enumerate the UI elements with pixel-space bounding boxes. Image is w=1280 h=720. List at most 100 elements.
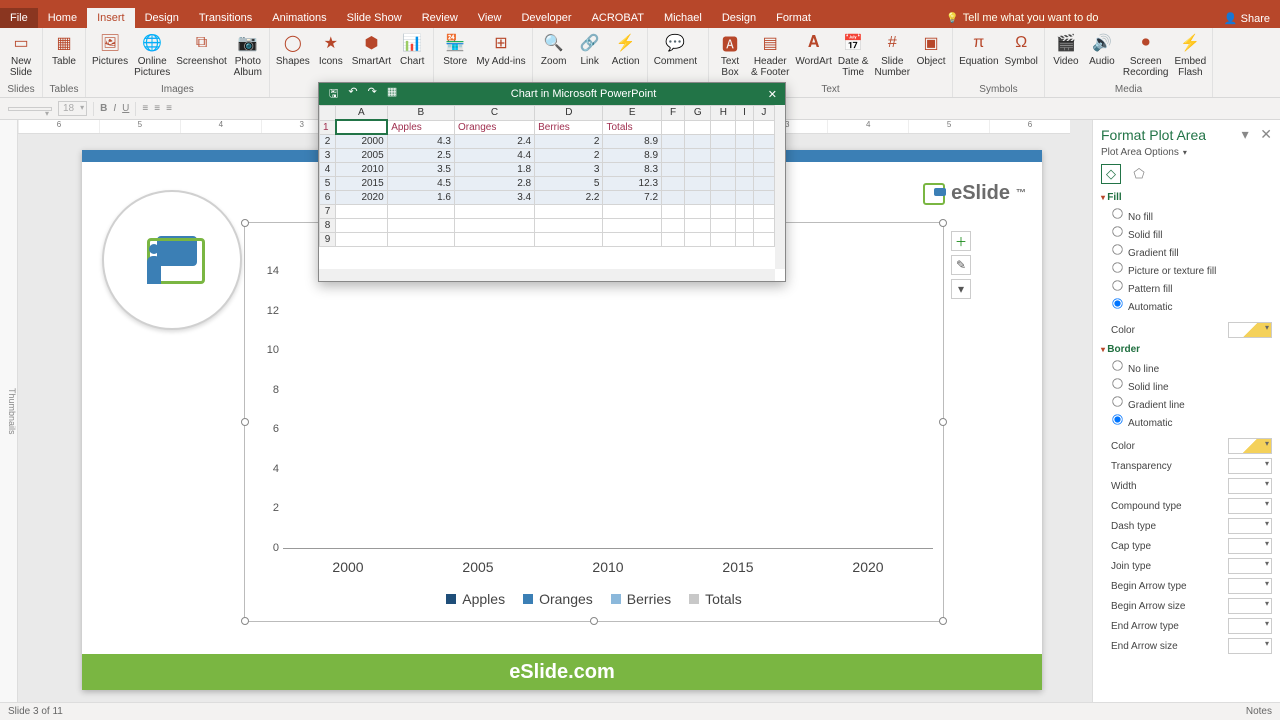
- format-pane-subtitle[interactable]: Plot Area Options▾: [1101, 147, 1272, 158]
- border-header[interactable]: Border: [1101, 344, 1272, 355]
- cell[interactable]: 2020: [336, 191, 388, 205]
- fill-color-picker[interactable]: [1228, 322, 1272, 338]
- cell[interactable]: [736, 205, 753, 219]
- text-box-button[interactable]: 🅰TextBox: [715, 32, 745, 78]
- row-header[interactable]: 9: [320, 233, 336, 247]
- cell[interactable]: 8.9: [603, 149, 662, 163]
- resize-handle[interactable]: [590, 617, 598, 625]
- table-button[interactable]: ▦Table: [49, 32, 79, 67]
- horizontal-scrollbar[interactable]: [319, 269, 775, 281]
- chart-object[interactable]: ＋ ✎ ▾ 02468101214 20002005201020152020 A…: [244, 222, 944, 622]
- col-header[interactable]: C: [454, 106, 534, 121]
- cell[interactable]: [736, 177, 753, 191]
- cell[interactable]: [662, 163, 685, 177]
- border-option[interactable]: No line: [1111, 358, 1272, 376]
- prop-control[interactable]: [1228, 438, 1272, 454]
- fill-line-icon[interactable]: ◇: [1101, 164, 1121, 184]
- store-button[interactable]: 🏪Store: [440, 32, 470, 67]
- cell[interactable]: [753, 191, 774, 205]
- tab-design[interactable]: Design: [712, 8, 766, 28]
- cell[interactable]: [711, 219, 736, 233]
- cell[interactable]: 1.8: [454, 163, 534, 177]
- effects-icon[interactable]: ⬠: [1129, 164, 1149, 184]
- cell[interactable]: [662, 120, 685, 134]
- col-header[interactable]: J: [753, 106, 774, 121]
- audio-button[interactable]: 🔊Audio: [1087, 32, 1117, 78]
- prop-control[interactable]: [1228, 518, 1272, 534]
- border-option[interactable]: Automatic: [1111, 412, 1272, 430]
- tell-me-search[interactable]: Tell me what you want to do: [938, 8, 1106, 28]
- cell[interactable]: [662, 233, 685, 247]
- cell[interactable]: 3: [535, 163, 603, 177]
- cell[interactable]: [753, 163, 774, 177]
- my-addins-button[interactable]: ⊞My Add-ins: [476, 32, 525, 67]
- cell[interactable]: [736, 163, 753, 177]
- vertical-scrollbar[interactable]: [775, 105, 785, 269]
- close-pane-icon[interactable]: ▾ ✕: [1242, 126, 1272, 143]
- tab-view[interactable]: View: [468, 8, 512, 28]
- cell[interactable]: 2.4: [454, 134, 534, 149]
- cell[interactable]: [336, 120, 388, 134]
- fill-option[interactable]: Solid fill: [1111, 224, 1272, 242]
- chart-styles-button[interactable]: ✎: [951, 255, 971, 275]
- align-right-button[interactable]: ≡: [166, 103, 172, 114]
- edit-data-icon[interactable]: ▦: [387, 85, 397, 104]
- cell[interactable]: [685, 219, 711, 233]
- comment-button[interactable]: 💬Comment: [654, 32, 697, 67]
- cell[interactable]: [753, 233, 774, 247]
- symbol-button[interactable]: ΩSymbol: [1005, 32, 1038, 67]
- cell[interactable]: [662, 219, 685, 233]
- cell[interactable]: [753, 120, 774, 134]
- tab-file[interactable]: File: [0, 8, 38, 28]
- save-icon[interactable]: 🖫: [329, 85, 338, 104]
- cell[interactable]: [711, 149, 736, 163]
- cell[interactable]: [736, 233, 753, 247]
- date-time-button[interactable]: 📅Date &Time: [838, 32, 869, 78]
- cell[interactable]: Oranges: [454, 120, 534, 134]
- col-header[interactable]: D: [535, 106, 603, 121]
- tab-insert[interactable]: Insert: [87, 8, 135, 28]
- legend-item[interactable]: Totals: [689, 591, 742, 607]
- prop-control[interactable]: [1228, 458, 1272, 474]
- cell[interactable]: [753, 177, 774, 191]
- prop-control[interactable]: [1228, 498, 1272, 514]
- cell[interactable]: [685, 134, 711, 149]
- cell[interactable]: 1.6: [387, 191, 454, 205]
- cell[interactable]: [387, 205, 454, 219]
- tab-animations[interactable]: Animations: [262, 8, 336, 28]
- cell[interactable]: [753, 205, 774, 219]
- fill-header[interactable]: Fill: [1101, 192, 1272, 203]
- align-center-button[interactable]: ≡: [154, 103, 160, 114]
- resize-handle[interactable]: [939, 418, 947, 426]
- cell[interactable]: 2: [535, 134, 603, 149]
- row-header[interactable]: 8: [320, 219, 336, 233]
- cell[interactable]: [753, 149, 774, 163]
- row-header[interactable]: 4: [320, 163, 336, 177]
- col-header[interactable]: G: [685, 106, 711, 121]
- notes-button[interactable]: Notes: [1246, 706, 1272, 717]
- cell[interactable]: 4.4: [454, 149, 534, 163]
- icons-button[interactable]: ★Icons: [316, 32, 346, 67]
- align-left-button[interactable]: ≡: [142, 103, 148, 114]
- cell[interactable]: [711, 191, 736, 205]
- cell[interactable]: [711, 205, 736, 219]
- cell[interactable]: [685, 177, 711, 191]
- data-grid[interactable]: ABCDEFGHIJ1ApplesOrangesBerriesTotals220…: [319, 105, 775, 269]
- cell[interactable]: [736, 191, 753, 205]
- video-button[interactable]: 🎬Video: [1051, 32, 1081, 78]
- screenshot-button[interactable]: ⧉Screenshot: [176, 32, 227, 78]
- link-button[interactable]: 🔗Link: [575, 32, 605, 67]
- chart-data-editor[interactable]: 🖫 ↶ ↷ ▦ Chart in Microsoft PowerPoint ✕ …: [318, 82, 786, 282]
- cell[interactable]: [711, 177, 736, 191]
- italic-button[interactable]: I: [113, 103, 116, 114]
- smartart-button[interactable]: ⬢SmartArt: [352, 32, 391, 67]
- fill-option[interactable]: Automatic: [1111, 296, 1272, 314]
- cell[interactable]: 5: [535, 177, 603, 191]
- cell[interactable]: [387, 233, 454, 247]
- cell[interactable]: Totals: [603, 120, 662, 134]
- screen-recording-button[interactable]: ⏺ScreenRecording: [1123, 32, 1169, 78]
- equation-button[interactable]: πEquation: [959, 32, 998, 67]
- cell[interactable]: 3.4: [454, 191, 534, 205]
- cell[interactable]: 8.9: [603, 134, 662, 149]
- prop-control[interactable]: [1228, 538, 1272, 554]
